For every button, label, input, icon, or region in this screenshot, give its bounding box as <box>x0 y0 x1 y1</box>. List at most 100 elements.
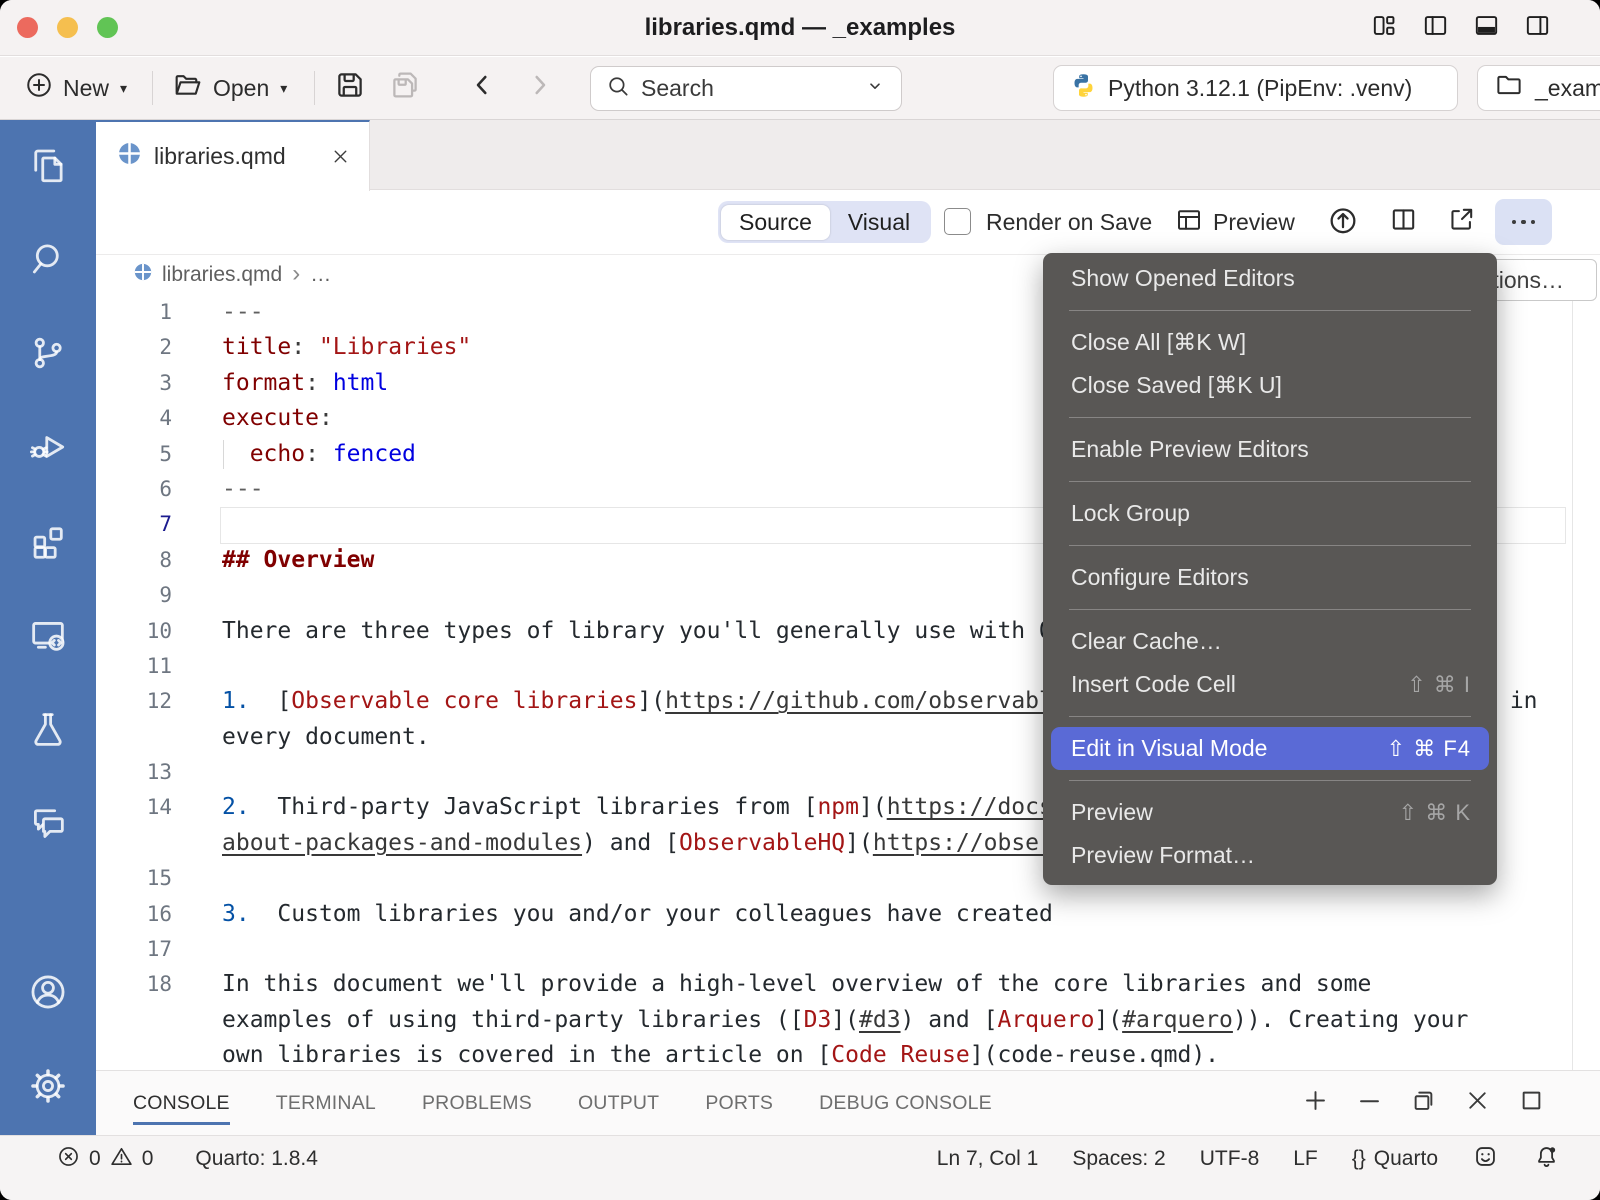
indentation-status[interactable]: Spaces: 2 <box>1072 1147 1165 1171</box>
panel-tab-problems[interactable]: PROBLEMS <box>422 1086 532 1121</box>
code-row[interactable]: 163. Custom libraries you and/or your co… <box>96 897 1600 932</box>
open-label: Open <box>213 75 269 102</box>
sidebar-item-source-control[interactable] <box>0 308 96 402</box>
menu-separator <box>1069 716 1471 717</box>
notifications-bell-icon[interactable] <box>1533 1143 1560 1176</box>
panel-tab-debug-console[interactable]: DEBUG CONSOLE <box>819 1086 992 1121</box>
close-panel-icon[interactable] <box>1463 1086 1492 1120</box>
activity-bar <box>0 120 96 1135</box>
plus-circle-icon <box>24 70 54 106</box>
new-console-icon[interactable] <box>1301 1086 1330 1120</box>
back-button[interactable] <box>466 57 498 119</box>
line-number: 16 <box>96 897 172 932</box>
remote-explorer-icon <box>27 614 69 661</box>
project-button[interactable]: _examples <box>1477 65 1600 111</box>
search-placeholder: Search <box>641 75 714 102</box>
toggle-right-panel-icon[interactable] <box>1523 11 1552 45</box>
language-mode-label: Quarto <box>1374 1147 1438 1171</box>
panel-tab-ports[interactable]: PORTS <box>705 1086 773 1121</box>
language-mode-status[interactable]: {} Quarto <box>1352 1147 1438 1171</box>
minimize-panel-icon[interactable] <box>1355 1086 1384 1120</box>
quarto-icon <box>118 142 141 171</box>
cursor-position-status[interactable]: Ln 7, Col 1 <box>937 1147 1039 1171</box>
chevron-left-icon <box>466 69 498 107</box>
save-button[interactable] <box>333 57 367 119</box>
panel-tab-console[interactable]: CONSOLE <box>133 1086 230 1121</box>
menu-item-preview-format[interactable]: Preview Format… <box>1043 834 1497 877</box>
encoding-status[interactable]: UTF-8 <box>1200 1147 1260 1171</box>
render-on-save-checkbox[interactable] <box>944 208 971 235</box>
problems-status[interactable]: 0 0 <box>56 1144 153 1175</box>
line-number: 10 <box>96 614 172 649</box>
python-icon <box>1070 72 1097 105</box>
menu-item-close-all-k-w[interactable]: Close All [⌘K W] <box>1043 321 1497 364</box>
eol-status[interactable]: LF <box>1293 1147 1318 1171</box>
preview-icon <box>1174 205 1204 241</box>
open-in-new-window-icon <box>1446 204 1477 241</box>
line-number: 2 <box>96 330 172 365</box>
forward-button[interactable] <box>524 57 556 119</box>
line-number: 14 <box>96 790 172 825</box>
line-number: 18 <box>96 967 172 1002</box>
sidebar-item-testing[interactable] <box>0 684 96 778</box>
editor-actions-menu: Show Opened Editors Close All [⌘K W]Close… <box>1043 253 1497 885</box>
menu-item-show-opened-editors[interactable]: Show Opened Editors <box>1043 257 1497 300</box>
close-icon[interactable] <box>330 146 351 167</box>
line-number <box>96 1038 172 1070</box>
code-row[interactable]: own libraries is covered in the article … <box>96 1038 1600 1070</box>
tab-libraries-qmd[interactable]: libraries.qmd <box>96 120 370 191</box>
caret-down-icon: ▾ <box>120 80 127 97</box>
source-mode-button[interactable]: Source <box>721 205 830 240</box>
chevron-down-icon[interactable] <box>863 74 887 104</box>
search-input[interactable]: Search <box>590 66 902 111</box>
sidebar-item-comments[interactable] <box>0 778 96 872</box>
restore-panel-icon[interactable] <box>1409 1086 1438 1120</box>
visual-mode-button[interactable]: Visual <box>830 205 928 240</box>
render-button[interactable] <box>1326 190 1360 255</box>
customize-layout-icon[interactable] <box>1370 11 1399 45</box>
toggle-bottom-panel-icon[interactable] <box>1472 11 1501 45</box>
preview-button[interactable]: Preview <box>1174 190 1295 255</box>
line-number: 4 <box>96 401 172 436</box>
quarto-version-status[interactable]: Quarto: 1.8.4 <box>195 1147 318 1171</box>
sidebar-item-remote-explorer[interactable] <box>0 590 96 684</box>
maximize-panel-icon[interactable] <box>1517 1086 1546 1120</box>
menu-item-configure-editors[interactable]: Configure Editors <box>1043 556 1497 599</box>
breadcrumb-more[interactable]: … <box>310 263 331 287</box>
split-editor-button[interactable] <box>1388 190 1419 255</box>
interpreter-button[interactable]: Python 3.12.1 (PipEnv: .venv) <box>1053 65 1458 111</box>
menu-item-close-saved-k-u[interactable]: Close Saved [⌘K U] <box>1043 364 1497 407</box>
folder-icon <box>1494 70 1524 106</box>
open-in-new-window-button[interactable] <box>1446 190 1477 255</box>
code-row[interactable]: 17 <box>96 932 1600 967</box>
menu-item-edit-in-visual-mode[interactable]: Edit in Visual Mode⇧ ⌘ F4 <box>1051 727 1489 770</box>
search-icon <box>605 73 631 105</box>
bottom-panel: CONSOLE TERMINAL PROBLEMS OUTPUT PORTS DEBUG … <box>96 1070 1600 1135</box>
more-actions-button[interactable] <box>1495 199 1552 245</box>
sidebar-item-search[interactable] <box>0 214 96 308</box>
menu-separator <box>1069 310 1471 311</box>
toolbar-divider <box>152 71 153 105</box>
panel-tab-output[interactable]: OUTPUT <box>578 1086 659 1121</box>
toggle-left-panel-icon[interactable] <box>1421 11 1450 45</box>
sidebar-item-settings[interactable] <box>0 1041 96 1135</box>
code-row[interactable]: 18In this document we'll provide a high-… <box>96 967 1600 1002</box>
status-bar: 0 0 Quarto: 1.8.4 Ln 7, Col 1 Spaces: 2 … <box>0 1135 1600 1200</box>
sidebar-item-run-and-debug[interactable] <box>0 402 96 496</box>
comments-icon <box>27 802 69 849</box>
menu-item-enable-preview-editors[interactable]: Enable Preview Editors <box>1043 428 1497 471</box>
code-row[interactable]: examples of using third-party libraries … <box>96 1003 1600 1038</box>
open-button[interactable]: Open ▾ <box>172 57 287 119</box>
breadcrumb-file[interactable]: libraries.qmd <box>162 263 282 287</box>
sidebar-item-account[interactable] <box>0 947 96 1041</box>
menu-item-insert-code-cell[interactable]: Insert Code Cell⇧ ⌘ I <box>1043 663 1497 706</box>
feedback-smiley-icon[interactable] <box>1472 1143 1499 1176</box>
sidebar-item-extensions[interactable] <box>0 496 96 590</box>
sidebar-item-explorer[interactable] <box>0 120 96 214</box>
menu-item-preview[interactable]: Preview⇧ ⌘ K <box>1043 791 1497 834</box>
new-button[interactable]: New ▾ <box>24 57 127 119</box>
save-all-button[interactable] <box>388 57 422 119</box>
menu-item-lock-group[interactable]: Lock Group <box>1043 492 1497 535</box>
panel-tab-terminal[interactable]: TERMINAL <box>276 1086 376 1121</box>
menu-item-clear-cache[interactable]: Clear Cache… <box>1043 620 1497 663</box>
